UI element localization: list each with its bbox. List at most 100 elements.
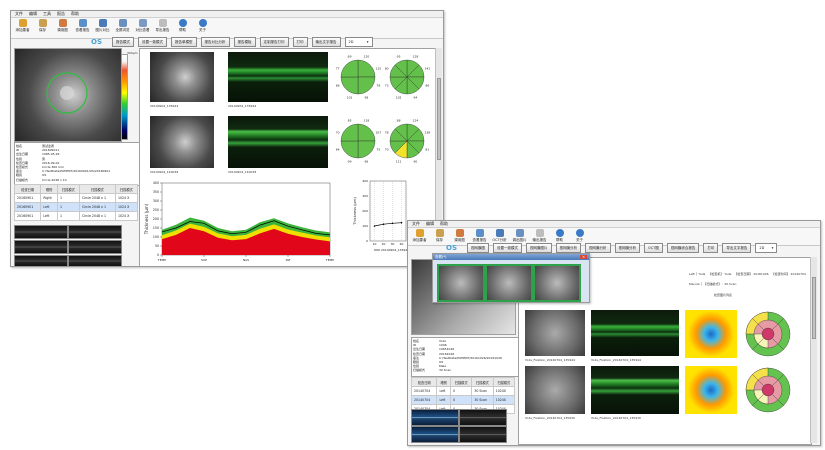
retina-analysis-button-3[interactable]: 视网膜分析 bbox=[614, 243, 640, 253]
toolbar-fullscreen-button[interactable]: 全屏浏览 bbox=[114, 19, 131, 33]
toolbar-save-button[interactable]: 保存 bbox=[34, 19, 51, 33]
trend-x-tick-label: 20 bbox=[382, 242, 386, 246]
report2-thickness-map-2[interactable] bbox=[685, 366, 737, 414]
popup-thumb-1[interactable] bbox=[437, 264, 485, 302]
menu-help-2[interactable]: 帮助 bbox=[440, 221, 448, 227]
column-header[interactable]: 检查日期 bbox=[13, 184, 42, 194]
menu-file-2[interactable]: 文件 bbox=[412, 221, 420, 227]
custom-print-button[interactable]: 定制报告打印 bbox=[259, 37, 289, 47]
menu-file[interactable]: 文件 bbox=[15, 11, 23, 17]
report2-oct-1[interactable] bbox=[591, 310, 679, 356]
exam-thumbnail-6[interactable] bbox=[68, 255, 122, 266]
report2-thickness-map-1[interactable] bbox=[685, 310, 737, 358]
toolbar-help-button[interactable]: 帮助 bbox=[174, 19, 191, 33]
y-tick-label: 150 bbox=[153, 226, 159, 230]
exam-thumbnail-1[interactable] bbox=[14, 225, 68, 239]
toolbar-about-button[interactable]: 关于 bbox=[194, 19, 211, 33]
export-text-report-button[interactable]: 输出文字报告 bbox=[311, 37, 341, 47]
report-template-button[interactable]: 报告模板 bbox=[233, 37, 256, 47]
menu-help[interactable]: 帮助 bbox=[71, 11, 79, 17]
toolbar-export-button[interactable]: 导出报告 bbox=[154, 19, 171, 33]
toolbar2-view-report-button[interactable]: 查看报告 bbox=[471, 229, 488, 243]
retina-picture-button[interactable]: 视网膜图片 bbox=[526, 243, 552, 253]
table-row[interactable]: 20140704Left030 Scan1024X bbox=[410, 386, 516, 396]
print-button[interactable]: 打印 bbox=[292, 37, 308, 47]
scrollbar-thumb[interactable] bbox=[437, 78, 441, 160]
column-header[interactable]: 眼别 bbox=[40, 184, 58, 194]
table-row[interactable]: 20160901 Right 1 Circle 2048 x 1 1024 X bbox=[13, 193, 139, 203]
scrollbar-thumb-2[interactable] bbox=[812, 277, 816, 339]
trend-y-axis-label: Thickness (μm) bbox=[353, 197, 357, 226]
exam-thumbnail-4[interactable] bbox=[68, 240, 122, 254]
menu-bar-2: 文件 编辑 帮助 bbox=[408, 221, 820, 228]
patient-info-list-2: 姓名 Yoda ID 1006 出生日期 19651026 检查日期 20161026 备注 C:… bbox=[413, 339, 517, 373]
compare-view-icon bbox=[138, 19, 147, 27]
exam-thumbnail-5[interactable] bbox=[14, 255, 68, 266]
mode-dropdown-2[interactable]: 2D ▾ bbox=[755, 243, 778, 253]
column-header[interactable]: 扫描模式 bbox=[114, 184, 139, 194]
toolbar-compare-button[interactable]: 图片对比 bbox=[94, 19, 111, 33]
report-mode-button[interactable]: 报告模式 bbox=[112, 37, 134, 47]
mode-dropdown[interactable]: 2D ▾ bbox=[344, 37, 373, 47]
consistent-mode-button-2[interactable]: 设置一致模式 bbox=[493, 243, 522, 253]
toolbar2-export-button[interactable]: 输出报告 bbox=[531, 229, 548, 243]
toolbar2-load-image-button[interactable]: 调用图 bbox=[451, 229, 468, 243]
popup-thumb-3[interactable] bbox=[533, 264, 581, 302]
close-icon[interactable]: ✕ bbox=[580, 255, 587, 259]
report2-fundus-2[interactable] bbox=[525, 366, 585, 414]
retina-map-button[interactable]: 视网膜图 bbox=[467, 243, 489, 253]
report-fundus-2[interactable] bbox=[150, 116, 214, 168]
sector-value-label: 99 bbox=[348, 159, 352, 163]
menu-tools[interactable]: 工具 bbox=[43, 11, 51, 17]
oct-image-button[interactable]: OCT图 bbox=[644, 243, 663, 253]
toolbar2-about-button[interactable]: 关于 bbox=[571, 229, 588, 243]
fundus-image[interactable] bbox=[14, 48, 122, 142]
toolbar-view-report-button[interactable]: 查看报告 bbox=[74, 19, 91, 33]
report-compare-button[interactable]: 报告对比分析 bbox=[200, 37, 230, 47]
retina-analysis-button-1[interactable]: 视网膜分析 bbox=[555, 243, 581, 253]
menu-report[interactable]: 报告 bbox=[57, 11, 65, 17]
report-oct-1[interactable] bbox=[228, 52, 328, 102]
report-scrollbar-2[interactable] bbox=[810, 257, 817, 443]
export-text-report-button-2[interactable]: 导出文字报告 bbox=[722, 243, 752, 253]
toolbar-load-image-button[interactable]: 调用图 bbox=[54, 19, 71, 33]
toolbar2-oct-analysis-button[interactable]: OCT分析 bbox=[491, 229, 508, 243]
menu-edit-2[interactable]: 编辑 bbox=[426, 221, 434, 227]
exam-thumbnail-2-4[interactable] bbox=[459, 426, 507, 443]
popup-thumb-2[interactable] bbox=[485, 264, 533, 302]
toolbar2-help-button[interactable]: 帮助 bbox=[551, 229, 568, 243]
column-header[interactable]: 扫描模式 bbox=[78, 184, 116, 194]
toolbar2-add-patient-button[interactable]: 添加患者 bbox=[411, 229, 428, 243]
column-header[interactable]: 检查日期 bbox=[410, 377, 438, 387]
table-row[interactable]: 20160901 Left 1 Circle 2048 x 1 1024 X bbox=[13, 202, 139, 212]
exam-thumbnail-2[interactable] bbox=[68, 225, 122, 239]
report2-fundus-1[interactable] bbox=[525, 310, 585, 356]
column-header[interactable]: 眼别 bbox=[436, 377, 452, 387]
table-row[interactable]: 20140704Left030 Scan1024X bbox=[410, 395, 516, 405]
column-header[interactable]: 扫描模式 bbox=[56, 184, 80, 194]
report-oct-2[interactable] bbox=[228, 116, 328, 168]
column-header[interactable]: 扫描模式 bbox=[492, 377, 516, 387]
x-tick-label: TEMP bbox=[157, 258, 166, 262]
exam-thumbnail-2-3[interactable] bbox=[411, 426, 459, 443]
toolbar2-save-button[interactable]: 保存 bbox=[431, 229, 448, 243]
print-button-2[interactable]: 打印 bbox=[703, 243, 719, 253]
report2-oct-2[interactable] bbox=[591, 366, 679, 414]
menu-edit[interactable]: 编辑 bbox=[29, 11, 37, 17]
exam-thumbnail-2-1[interactable] bbox=[411, 409, 459, 426]
retina-analysis-button-2[interactable]: 视网膜分析 bbox=[585, 243, 611, 253]
toolbar2-load-picture-button[interactable]: 调出图片 bbox=[511, 229, 528, 243]
report-model-button[interactable]: 报告单模型 bbox=[171, 37, 197, 47]
toolbar-compare-view-button[interactable]: 对比查看 bbox=[134, 19, 151, 33]
sector-value-label: 111 bbox=[396, 159, 402, 163]
table-row[interactable]: 20160901 Left 1 Circle 2048 x 1 1024 X bbox=[13, 211, 139, 221]
consistent-mode-button[interactable]: 设置一致模式 bbox=[138, 37, 167, 47]
retina-report-button[interactable]: 视网膜综合报告 bbox=[666, 243, 700, 253]
toolbar-add-patient-button[interactable]: 添加患者 bbox=[14, 19, 31, 33]
column-header[interactable]: 扫描模式 bbox=[450, 377, 473, 387]
column-header[interactable]: 扫描模式 bbox=[471, 377, 494, 387]
exam-thumbnail-3[interactable] bbox=[14, 240, 68, 254]
exam-thumbnail-2-2[interactable] bbox=[459, 409, 507, 426]
report-fundus-1[interactable] bbox=[150, 52, 214, 102]
sector-slice bbox=[340, 76, 359, 95]
